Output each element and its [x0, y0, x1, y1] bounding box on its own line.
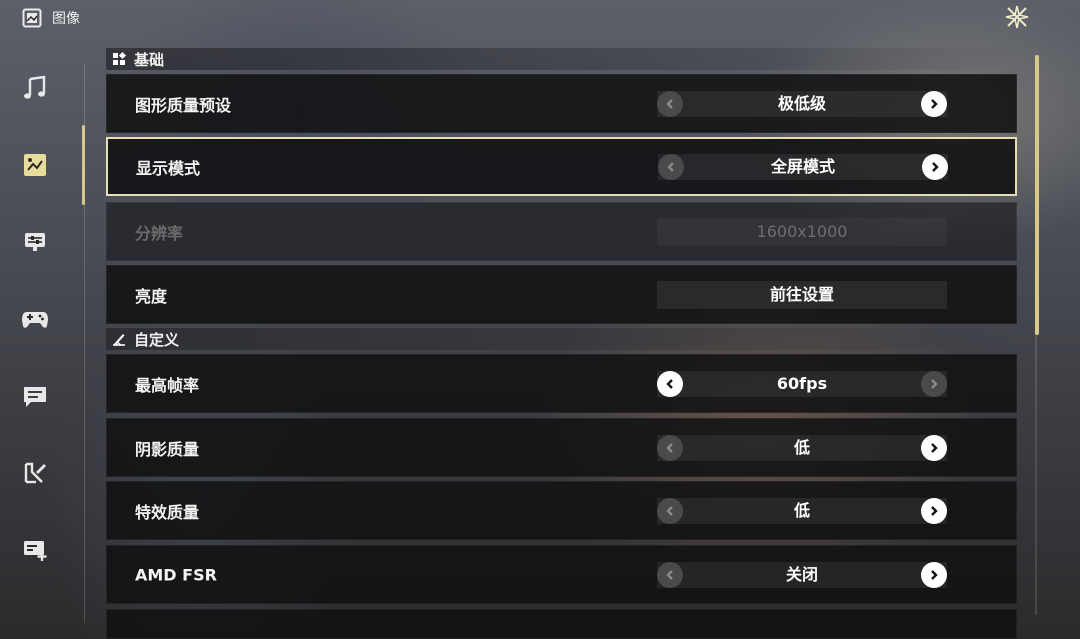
- grid-icon: [113, 52, 126, 65]
- chevron-left-icon: [666, 442, 673, 453]
- next-arrow-button[interactable]: [921, 497, 947, 524]
- resolution-value-box: 1600x1000: [657, 217, 947, 246]
- prev-arrow-button[interactable]: [657, 90, 683, 117]
- gamepad-icon: [22, 312, 48, 328]
- next-arrow-button[interactable]: [921, 90, 947, 117]
- window-title-group: 图像: [22, 8, 80, 28]
- setting-label: 阴影质量: [135, 439, 200, 459]
- next-arrow-button[interactable]: [921, 434, 947, 461]
- window-title: 图像: [52, 11, 80, 27]
- setting-label: 亮度: [135, 286, 168, 306]
- section-title-basic: 基础: [134, 50, 165, 69]
- quality-preset-selector: 极低级: [657, 89, 947, 119]
- next-arrow-button[interactable]: [922, 153, 948, 180]
- section-header-basic: 基础: [106, 48, 1019, 70]
- amd-fsr-selector: 关闭: [657, 560, 947, 590]
- setting-value: 低: [793, 500, 810, 520]
- setting-row-effect-quality[interactable]: 特效质量 低: [106, 481, 1017, 540]
- prev-arrow-button[interactable]: [658, 153, 684, 180]
- setting-value: 极低级: [777, 93, 826, 113]
- go-to-settings-button[interactable]: 前往设置: [657, 280, 947, 309]
- top-bar: 图像: [0, 0, 1080, 40]
- prev-arrow-button[interactable]: [657, 497, 683, 524]
- next-arrow-button[interactable]: [921, 561, 947, 588]
- chevron-left-icon: [667, 161, 674, 172]
- prev-arrow-button[interactable]: [657, 561, 683, 588]
- shadow-quality-selector: 低: [657, 433, 947, 463]
- setting-label: 分辨率: [135, 223, 184, 243]
- chevron-left-icon: [666, 505, 673, 516]
- sidebar-item-audio[interactable]: [18, 71, 52, 105]
- prev-arrow-button[interactable]: [657, 434, 683, 461]
- setting-row-display-mode[interactable]: 显示模式 全屏模式: [106, 137, 1017, 196]
- chevron-right-icon: [931, 442, 938, 453]
- music-note-icon: [24, 75, 46, 99]
- effect-quality-selector: 低: [657, 496, 947, 526]
- sliders-icon: [25, 233, 45, 251]
- wrench-icon: [24, 462, 46, 484]
- setting-value: 全屏模式: [770, 156, 835, 176]
- setting-row-amd-fsr[interactable]: AMD FSR 关闭: [106, 545, 1017, 604]
- setting-label: 图形质量预设: [135, 95, 232, 115]
- sidebar-item-other[interactable]: [18, 533, 52, 567]
- chevron-right-icon: [931, 505, 938, 516]
- chevron-right-icon: [931, 378, 938, 389]
- image-icon: [24, 154, 46, 176]
- chevron-left-icon: [666, 378, 673, 389]
- chat-icon: [24, 387, 46, 407]
- setting-label: AMD FSR: [135, 565, 217, 584]
- setting-row-partial[interactable]: [106, 609, 1017, 639]
- chevron-right-icon: [931, 98, 938, 109]
- next-arrow-button[interactable]: [921, 370, 947, 397]
- chevron-left-icon: [666, 569, 673, 580]
- card-add-icon: [24, 541, 47, 561]
- setting-label: 最高帧率: [135, 375, 200, 395]
- sidebar-item-image[interactable]: [18, 148, 52, 182]
- max-fps-selector: 60fps: [657, 369, 947, 399]
- setting-row-shadow-quality[interactable]: 阴影质量 低: [106, 418, 1017, 477]
- scrollbar-thumb[interactable]: [1035, 55, 1039, 335]
- sidebar-item-chat[interactable]: [18, 379, 52, 413]
- sidebar-item-tools[interactable]: [18, 456, 52, 490]
- setting-value: 关闭: [785, 564, 818, 584]
- setting-value: 60fps: [776, 373, 828, 393]
- brush-icon: [113, 334, 125, 346]
- chevron-right-icon: [931, 569, 938, 580]
- chevron-left-icon: [666, 98, 673, 109]
- sidebar-active-indicator: [82, 125, 85, 205]
- setting-row-max-fps[interactable]: 最高帧率 60fps: [106, 354, 1017, 413]
- section-title-custom: 自定义: [134, 330, 180, 349]
- close-icon[interactable]: [1002, 2, 1032, 32]
- setting-row-brightness[interactable]: 亮度 前往设置: [106, 265, 1017, 324]
- sidebar-item-controls[interactable]: [18, 225, 52, 259]
- section-header-custom: 自定义: [106, 328, 1019, 350]
- chevron-right-icon: [932, 161, 939, 172]
- sidebar: [0, 55, 86, 623]
- setting-label: 显示模式: [136, 158, 201, 178]
- setting-row-resolution: 分辨率 1600x1000: [106, 202, 1017, 261]
- setting-label: 特效质量: [135, 502, 200, 522]
- sidebar-item-gamepad[interactable]: [18, 302, 52, 336]
- prev-arrow-button[interactable]: [657, 370, 683, 397]
- setting-row-quality-preset[interactable]: 图形质量预设 极低级: [106, 74, 1017, 133]
- image-icon: [22, 8, 42, 28]
- setting-value: 低: [793, 437, 810, 457]
- display-mode-selector: 全屏模式: [658, 152, 948, 182]
